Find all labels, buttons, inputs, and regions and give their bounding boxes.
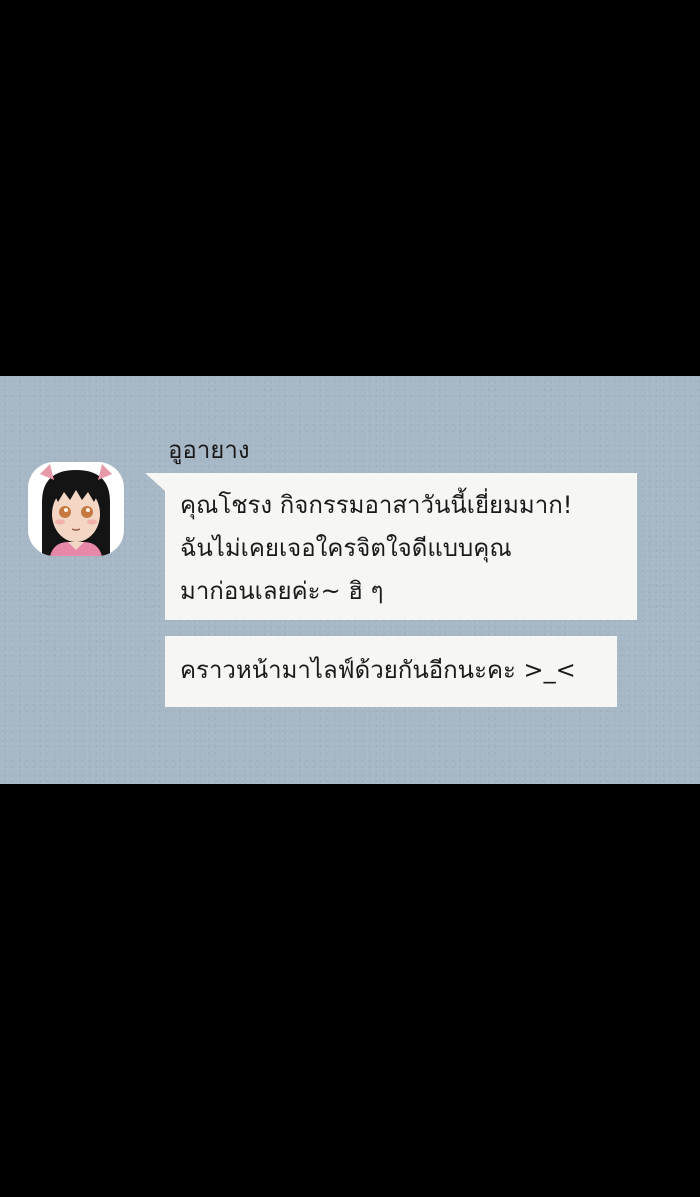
message-line: คราวหน้ามาไลฟ์ด้วยกันอีกนะคะ >_< <box>180 656 576 684</box>
chat-panel: อูอายาง คุณโชรง กิจกรรมอาสาวันนี้เยี่ยมม… <box>0 376 700 784</box>
message-line: ฉันไม่เคยเจอใครจิตใจดีแบบคุณ <box>180 534 512 562</box>
message-bubble[interactable]: คราวหน้ามาไลฟ์ด้วยกันอีกนะคะ >_< <box>165 636 617 707</box>
message-bubble[interactable]: คุณโชรง กิจกรรมอาสาวันนี้เยี่ยมมาก! ฉันไ… <box>145 473 637 620</box>
message-line: คุณโชรง กิจกรรมอาสาวันนี้เยี่ยมมาก! <box>180 491 573 519</box>
sender-avatar[interactable] <box>28 462 124 556</box>
sender-name: อูอายาง <box>168 436 250 464</box>
bubble-tail <box>145 473 165 491</box>
message-line: มาก่อนเลยค่ะ~ ฮิ ๆ <box>180 577 384 605</box>
girl-avatar-icon <box>40 464 112 556</box>
